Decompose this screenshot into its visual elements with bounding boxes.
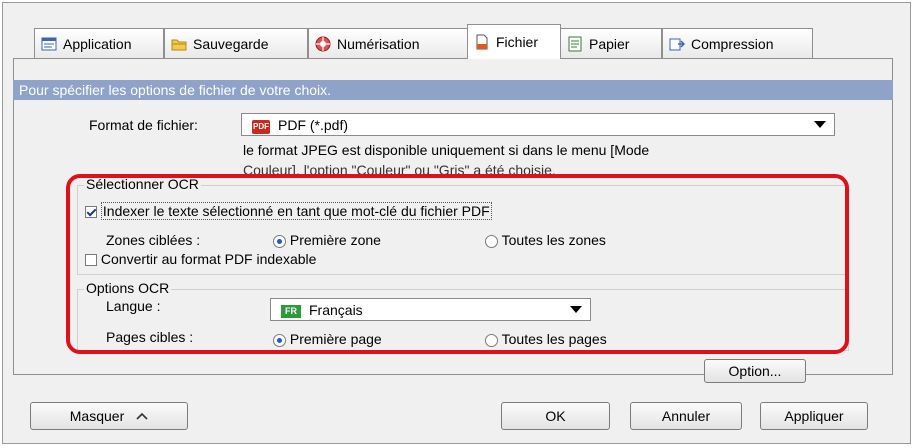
language-label: Langue : — [106, 298, 161, 314]
convert-pdf-checkbox[interactable] — [85, 254, 97, 267]
pdf-format-icon: PDF — [252, 116, 278, 134]
tab-label: Numérisation — [337, 35, 420, 52]
hide-button-label: Masquer — [69, 408, 125, 424]
page-first-option[interactable]: Première page — [273, 331, 382, 347]
zone-first-radio[interactable] — [273, 234, 286, 248]
file-icon — [476, 34, 488, 50]
zone-all-radio[interactable] — [485, 234, 498, 248]
tab-label: Compression — [691, 35, 774, 52]
application-icon — [41, 37, 57, 50]
index-keyword-checkbox[interactable] — [85, 206, 97, 219]
page-all-option[interactable]: Toutes les pages — [485, 331, 607, 347]
convert-pdf-label: Convertir au format PDF indexable — [100, 251, 317, 267]
cancel-button-label: Annuler — [661, 408, 711, 424]
language-select[interactable]: FR Français — [270, 298, 591, 321]
tab-compression[interactable]: Compression — [662, 28, 813, 58]
chevron-down-icon — [814, 121, 826, 128]
option-button[interactable]: Option... — [704, 359, 806, 383]
folder-icon — [171, 39, 187, 50]
tab-label: Application — [63, 35, 132, 52]
zone-all-option[interactable]: Toutes les zones — [485, 232, 606, 248]
hide-button[interactable]: Masquer — [30, 402, 188, 430]
language-value: Français — [309, 301, 363, 318]
file-format-label: Format de fichier: — [89, 117, 198, 133]
page-all-label: Toutes les pages — [501, 331, 607, 347]
ok-button[interactable]: OK — [501, 402, 610, 430]
chevron-up-icon — [136, 412, 148, 420]
tab-application[interactable]: Application — [34, 28, 164, 58]
tab-fichier[interactable]: Fichier — [467, 24, 561, 59]
zone-all-label: Toutes les zones — [501, 232, 606, 248]
ok-button-label: OK — [545, 408, 566, 424]
ocr-options-title: Options OCR — [84, 280, 172, 296]
tab-sauvegarde[interactable]: Sauvegarde — [164, 28, 308, 58]
info-banner: Pour spécifier les options de fichier de… — [13, 80, 893, 100]
file-format-select[interactable]: PDF PDF (*.pdf) — [241, 113, 835, 136]
convert-pdf-option[interactable]: Convertir au format PDF indexable — [85, 251, 316, 267]
compression-icon — [669, 38, 685, 50]
index-keyword-option[interactable]: Indexer le texte sélectionné en tant que… — [85, 202, 492, 220]
index-keyword-label: Indexer le texte sélectionné en tant que… — [100, 202, 492, 220]
format-note-line2: Couleur], l'option "Couleur" ou "Gris" a… — [243, 162, 556, 178]
scan-icon — [315, 36, 331, 51]
option-button-label: Option... — [728, 363, 782, 379]
page-all-radio[interactable] — [485, 333, 498, 347]
zone-first-option[interactable]: Première zone — [273, 232, 381, 248]
tab-label: Sauvegarde — [193, 35, 269, 52]
ocr-select-title: Sélectionner OCR — [84, 176, 201, 192]
zone-first-label: Première zone — [289, 232, 381, 248]
apply-button-label: Appliquer — [784, 408, 844, 424]
target-pages-label: Pages cibles : — [106, 329, 194, 345]
format-note-line1: le format JPEG est disponible uniquement… — [243, 142, 650, 158]
tab-label: Fichier — [496, 34, 539, 50]
tab-numerisation[interactable]: Numérisation — [308, 28, 468, 58]
page-first-label: Première page — [289, 331, 382, 347]
target-zones-label: Zones ciblées : — [106, 232, 201, 248]
tab-label: Papier — [589, 35, 630, 52]
cancel-button[interactable]: Annuler — [630, 402, 742, 430]
apply-button[interactable]: Appliquer — [760, 402, 868, 430]
paper-icon — [568, 36, 582, 51]
chevron-down-icon — [570, 306, 582, 313]
french-flag-icon: FR — [281, 301, 309, 318]
tab-papier[interactable]: Papier — [560, 28, 662, 58]
file-format-value: PDF (*.pdf) — [278, 116, 349, 133]
page-first-radio[interactable] — [273, 333, 286, 347]
